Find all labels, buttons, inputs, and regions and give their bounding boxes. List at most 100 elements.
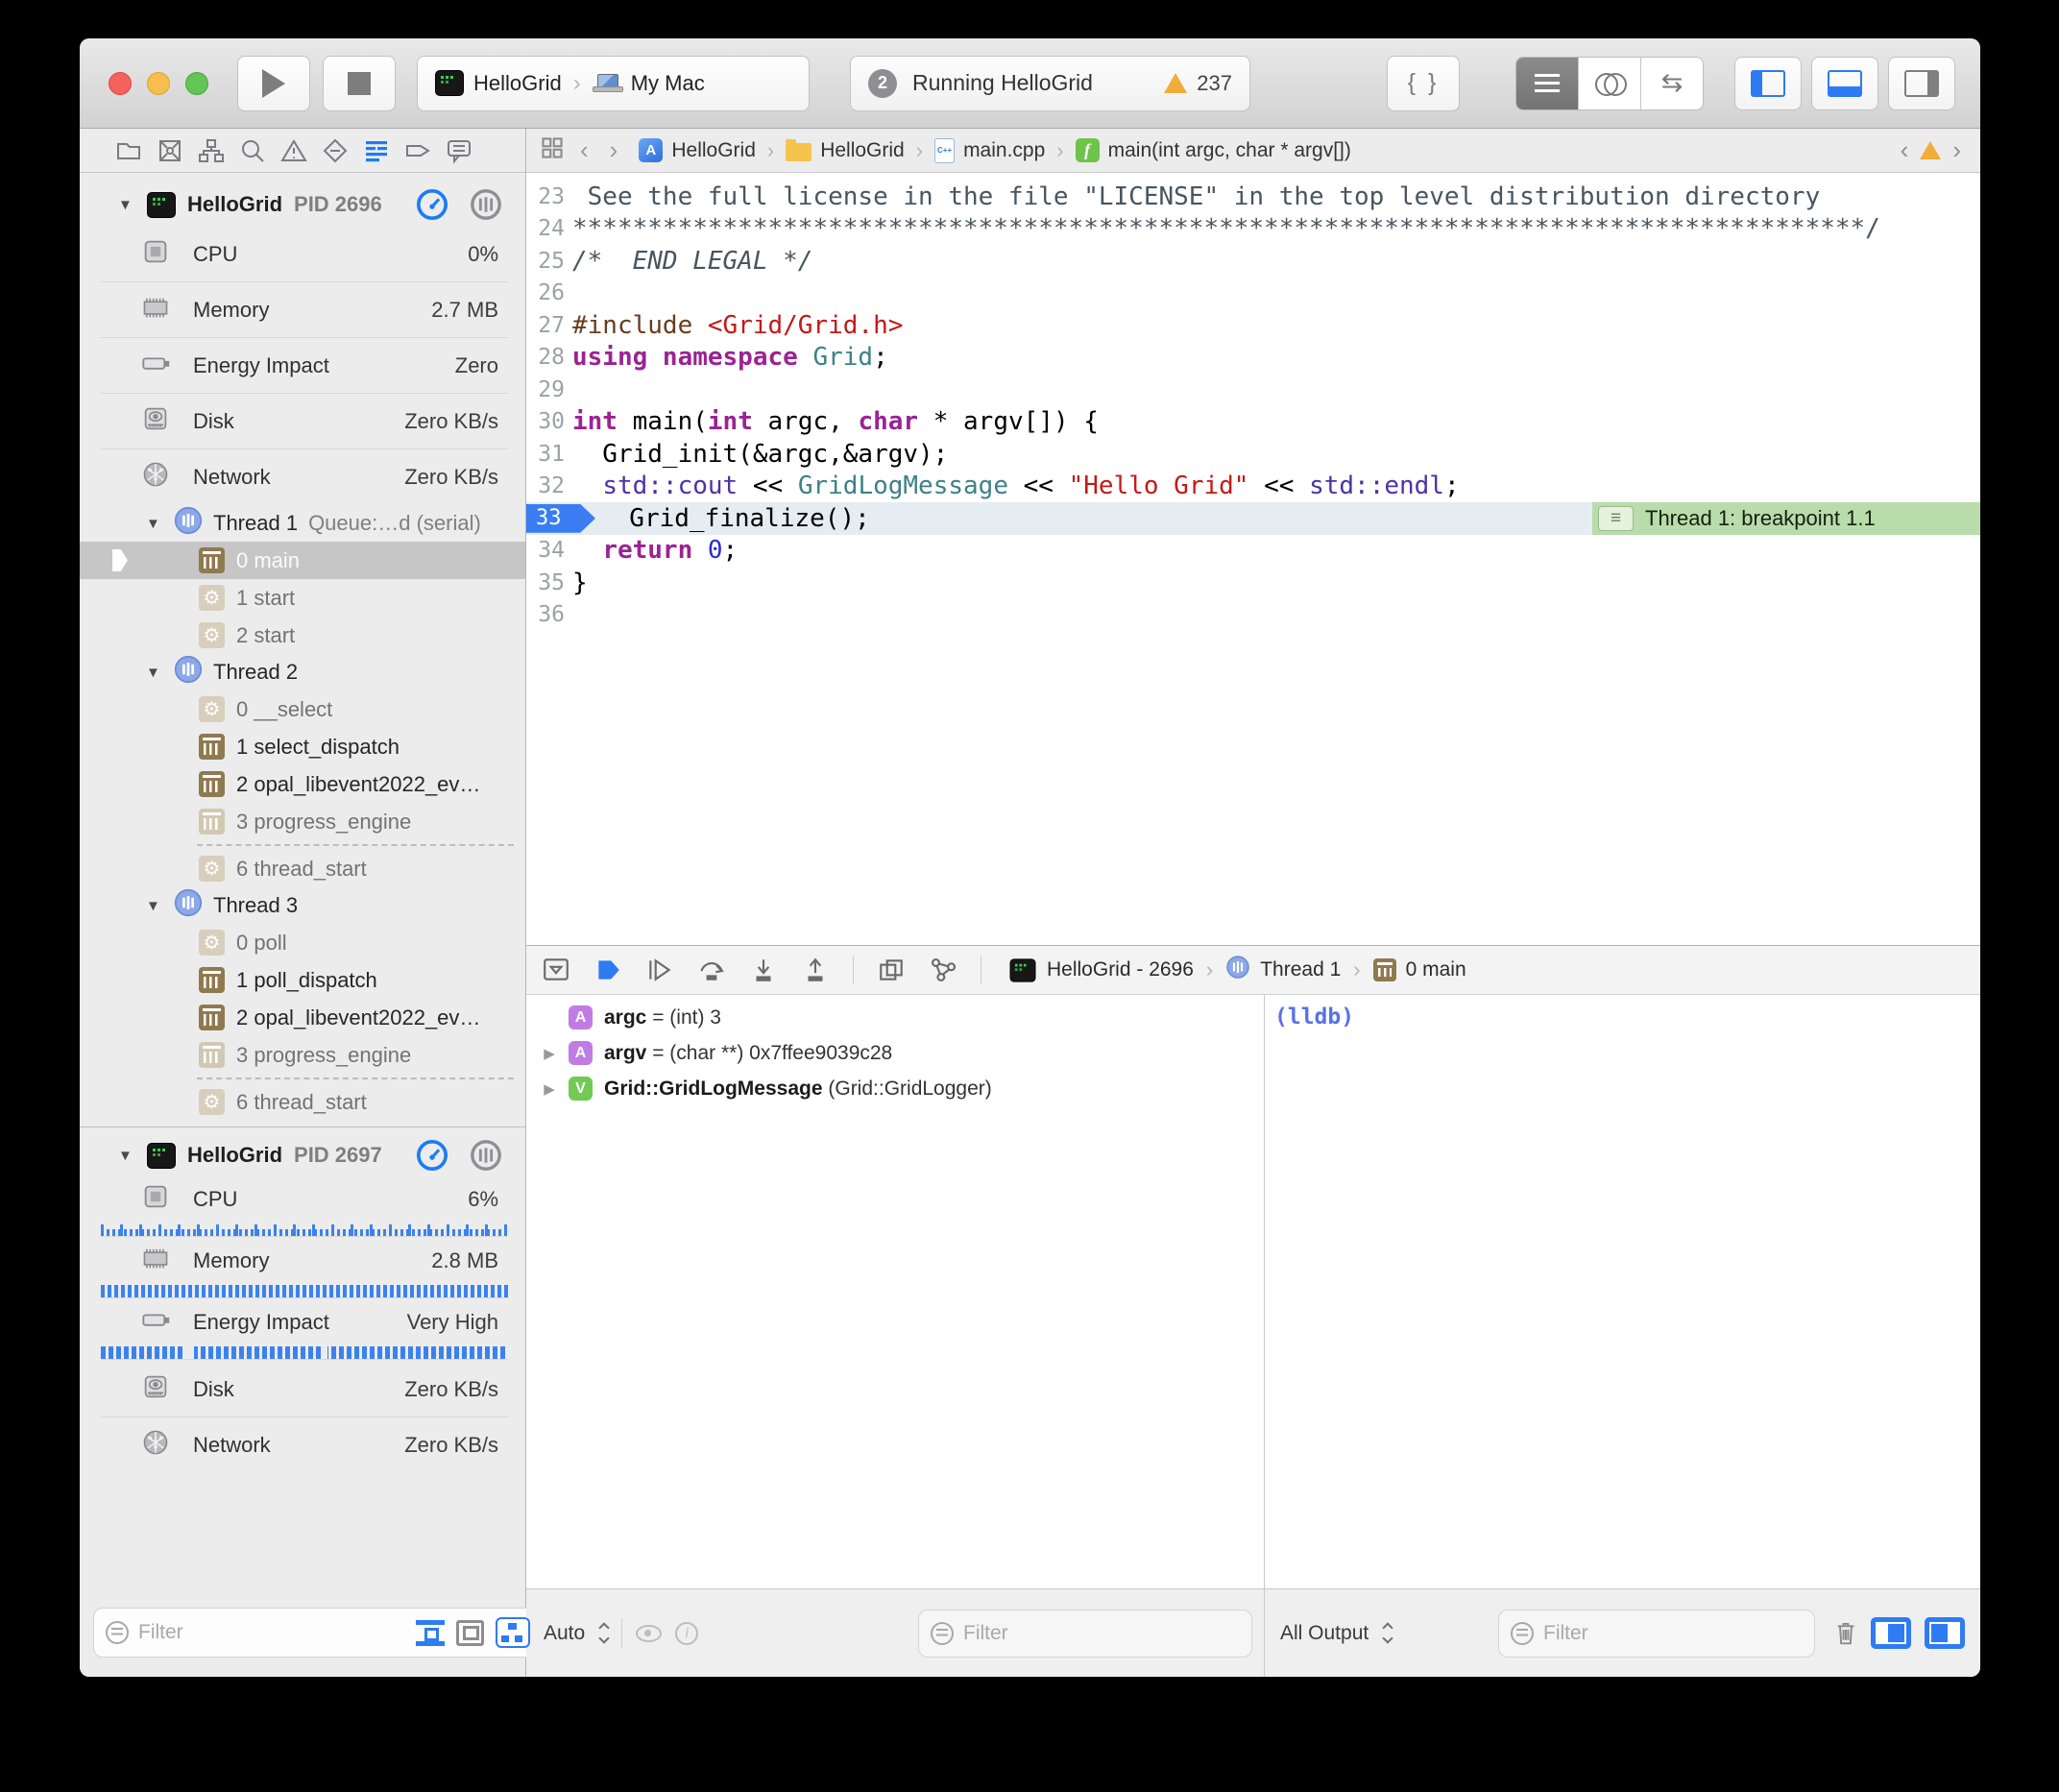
variables-view[interactable]: Aargc = (int) 3▶Aargv = (char **) 0x7ffe… bbox=[526, 995, 1265, 1588]
breadcrumb-item[interactable]: main.cpp bbox=[963, 139, 1045, 162]
code-line[interactable]: 27#include <Grid/Grid.h> bbox=[526, 309, 1980, 342]
zoom-window-button[interactable] bbox=[185, 72, 208, 95]
disclosure-triangle-icon[interactable]: ▼ bbox=[118, 1148, 135, 1164]
console-filter-field[interactable] bbox=[1498, 1610, 1815, 1658]
memory-graph-button[interactable] bbox=[929, 957, 957, 982]
gauge-row-network[interactable]: NetworkZero KB/s bbox=[80, 449, 525, 505]
debug-process-crumb[interactable]: HelloGrid - 2696 bbox=[1047, 958, 1194, 981]
line-number[interactable]: 28 bbox=[526, 345, 572, 370]
line-number[interactable]: 32 bbox=[526, 473, 572, 498]
columns-view-button[interactable] bbox=[470, 188, 502, 221]
disclosure-triangle-icon[interactable]: ▼ bbox=[146, 516, 163, 532]
show-console-toggle[interactable] bbox=[1925, 1617, 1965, 1649]
code-line[interactable]: 28using namespace Grid; bbox=[526, 342, 1980, 375]
source-editor[interactable]: 23 See the full license in the file "LIC… bbox=[526, 173, 1980, 945]
gauge-row-memory[interactable]: Memory2.7 MB bbox=[80, 282, 525, 338]
line-number[interactable]: 31 bbox=[526, 442, 572, 467]
project-navigator-icon[interactable] bbox=[114, 136, 143, 165]
issue-navigator-icon[interactable] bbox=[279, 136, 308, 165]
gauge-row-cpu[interactable]: CPU6% bbox=[80, 1177, 525, 1222]
symbol-navigator-icon[interactable] bbox=[197, 136, 226, 165]
disclosure-triangle-icon[interactable]: ▶ bbox=[542, 1045, 557, 1062]
stack-frame-row[interactable]: ⚙2 start bbox=[80, 617, 525, 654]
code-line[interactable]: 25/* END LEGAL */ bbox=[526, 245, 1980, 278]
toggle-navigator-button[interactable] bbox=[1734, 57, 1802, 110]
activity-viewer[interactable]: 2 Running HelloGrid 237 bbox=[850, 56, 1250, 111]
standard-editor-button[interactable] bbox=[1516, 58, 1579, 109]
variables-filter-field[interactable] bbox=[918, 1610, 1252, 1658]
debug-frame-crumb[interactable]: 0 main bbox=[1406, 958, 1466, 981]
gauge-row-disk[interactable]: DiskZero KB/s bbox=[80, 394, 525, 449]
variable-row[interactable]: Aargc = (int) 3 bbox=[526, 1000, 1264, 1035]
process-row[interactable]: ▼HelloGridPID 2697 bbox=[80, 1133, 525, 1177]
code-line[interactable]: 31 Grid_init(&argc,&argv); bbox=[526, 438, 1980, 471]
dropdown-stepper-icon[interactable] bbox=[600, 1624, 608, 1642]
line-number[interactable]: 35 bbox=[526, 570, 572, 595]
line-number[interactable]: 30 bbox=[526, 409, 572, 434]
assistant-editor-button[interactable] bbox=[1579, 58, 1641, 109]
dropdown-stepper-icon[interactable] bbox=[1384, 1624, 1392, 1642]
debug-view-hierarchy-button[interactable] bbox=[877, 957, 906, 982]
run-button[interactable] bbox=[237, 56, 310, 111]
continue-button[interactable] bbox=[645, 957, 674, 982]
next-issue-button[interactable]: › bbox=[1952, 135, 1961, 165]
hide-debug-area-button[interactable] bbox=[542, 957, 570, 982]
stack-frame-row[interactable]: ⚙0 __select bbox=[80, 690, 525, 728]
thread-row[interactable]: ▼Thread 3 bbox=[80, 887, 525, 924]
stack-frame-row[interactable]: 3 progress_engine bbox=[80, 1036, 525, 1074]
line-number[interactable]: 23 bbox=[526, 184, 572, 209]
thread-row[interactable]: ▼Thread 1Queue:…d (serial) bbox=[80, 505, 525, 542]
process-row[interactable]: ▼HelloGridPID 2696 bbox=[80, 182, 525, 227]
gauge-row-network[interactable]: NetworkZero KB/s bbox=[80, 1417, 525, 1473]
code-line[interactable]: 36 bbox=[526, 599, 1980, 632]
minimize-window-button[interactable] bbox=[147, 72, 170, 95]
previous-issue-button[interactable]: ‹ bbox=[1901, 135, 1909, 165]
step-into-button[interactable] bbox=[749, 957, 778, 982]
step-out-button[interactable] bbox=[801, 957, 830, 982]
gauge-row-cpu[interactable]: CPU0% bbox=[80, 227, 525, 282]
variables-scope-dropdown[interactable]: Auto bbox=[544, 1622, 585, 1645]
line-number[interactable]: 34 bbox=[526, 538, 572, 563]
stack-frame-row[interactable]: 1 select_dispatch bbox=[80, 728, 525, 765]
line-number[interactable]: 36 bbox=[526, 602, 572, 627]
forward-button[interactable]: › bbox=[604, 135, 624, 165]
gauge-row-energy-impact[interactable]: Energy ImpactVery High bbox=[80, 1300, 525, 1344]
line-number[interactable]: 27 bbox=[526, 313, 572, 338]
breakpoint-navigator-icon[interactable] bbox=[321, 136, 350, 165]
clear-console-button[interactable] bbox=[1834, 1620, 1857, 1646]
version-editor-button[interactable]: ⇆ bbox=[1641, 58, 1703, 109]
related-items-icon[interactable] bbox=[540, 135, 565, 166]
disclosure-triangle-icon[interactable]: ▼ bbox=[118, 197, 135, 213]
stop-button[interactable] bbox=[323, 56, 396, 111]
gauge-view-button[interactable] bbox=[416, 1139, 448, 1172]
close-window-button[interactable] bbox=[109, 72, 132, 95]
stack-frame-row[interactable]: 3 progress_engine bbox=[80, 803, 525, 840]
tag-navigator-icon[interactable] bbox=[403, 136, 432, 165]
line-number[interactable]: 26 bbox=[526, 280, 572, 305]
stack-frame-row[interactable]: 0 main bbox=[80, 542, 525, 579]
code-line[interactable]: 33 Grid_finalize();≡Thread 1: breakpoint… bbox=[526, 502, 1980, 535]
warning-count[interactable]: 237 bbox=[1197, 71, 1232, 96]
gauge-row-energy-impact[interactable]: Energy ImpactZero bbox=[80, 338, 525, 394]
thread-row[interactable]: ▼Thread 2 bbox=[80, 654, 525, 690]
source-control-navigator-icon[interactable] bbox=[156, 136, 184, 165]
code-line[interactable]: 30int main(int argc, char * argv[]) { bbox=[526, 406, 1980, 439]
console-output-dropdown[interactable]: All Output bbox=[1280, 1622, 1369, 1645]
breadcrumb-item[interactable]: HelloGrid bbox=[820, 139, 905, 162]
columns-view-button[interactable] bbox=[470, 1139, 502, 1172]
code-line[interactable]: 35} bbox=[526, 567, 1980, 599]
disclosure-triangle-icon[interactable]: ▼ bbox=[146, 665, 163, 681]
stack-frame-row[interactable]: ⚙1 start bbox=[80, 579, 525, 617]
filter-stack-frames-icon[interactable] bbox=[496, 1617, 530, 1648]
disclosure-triangle-icon[interactable]: ▼ bbox=[146, 898, 163, 914]
gauge-view-button[interactable] bbox=[416, 188, 448, 221]
variable-row[interactable]: ▶Aargv = (char **) 0x7ffee9039c28 bbox=[526, 1035, 1264, 1071]
debug-navigator-icon[interactable] bbox=[362, 136, 391, 165]
line-number[interactable]: 24 bbox=[526, 216, 572, 241]
variable-row[interactable]: ▶VGrid::GridLogMessage (Grid::GridLogger… bbox=[526, 1071, 1264, 1106]
line-number[interactable]: 25 bbox=[526, 249, 572, 274]
back-button[interactable]: ‹ bbox=[574, 135, 594, 165]
code-line[interactable]: 32 std::cout << GridLogMessage << "Hello… bbox=[526, 471, 1980, 503]
code-line[interactable]: 29 bbox=[526, 374, 1980, 406]
show-variables-view-toggle[interactable] bbox=[1871, 1617, 1911, 1649]
